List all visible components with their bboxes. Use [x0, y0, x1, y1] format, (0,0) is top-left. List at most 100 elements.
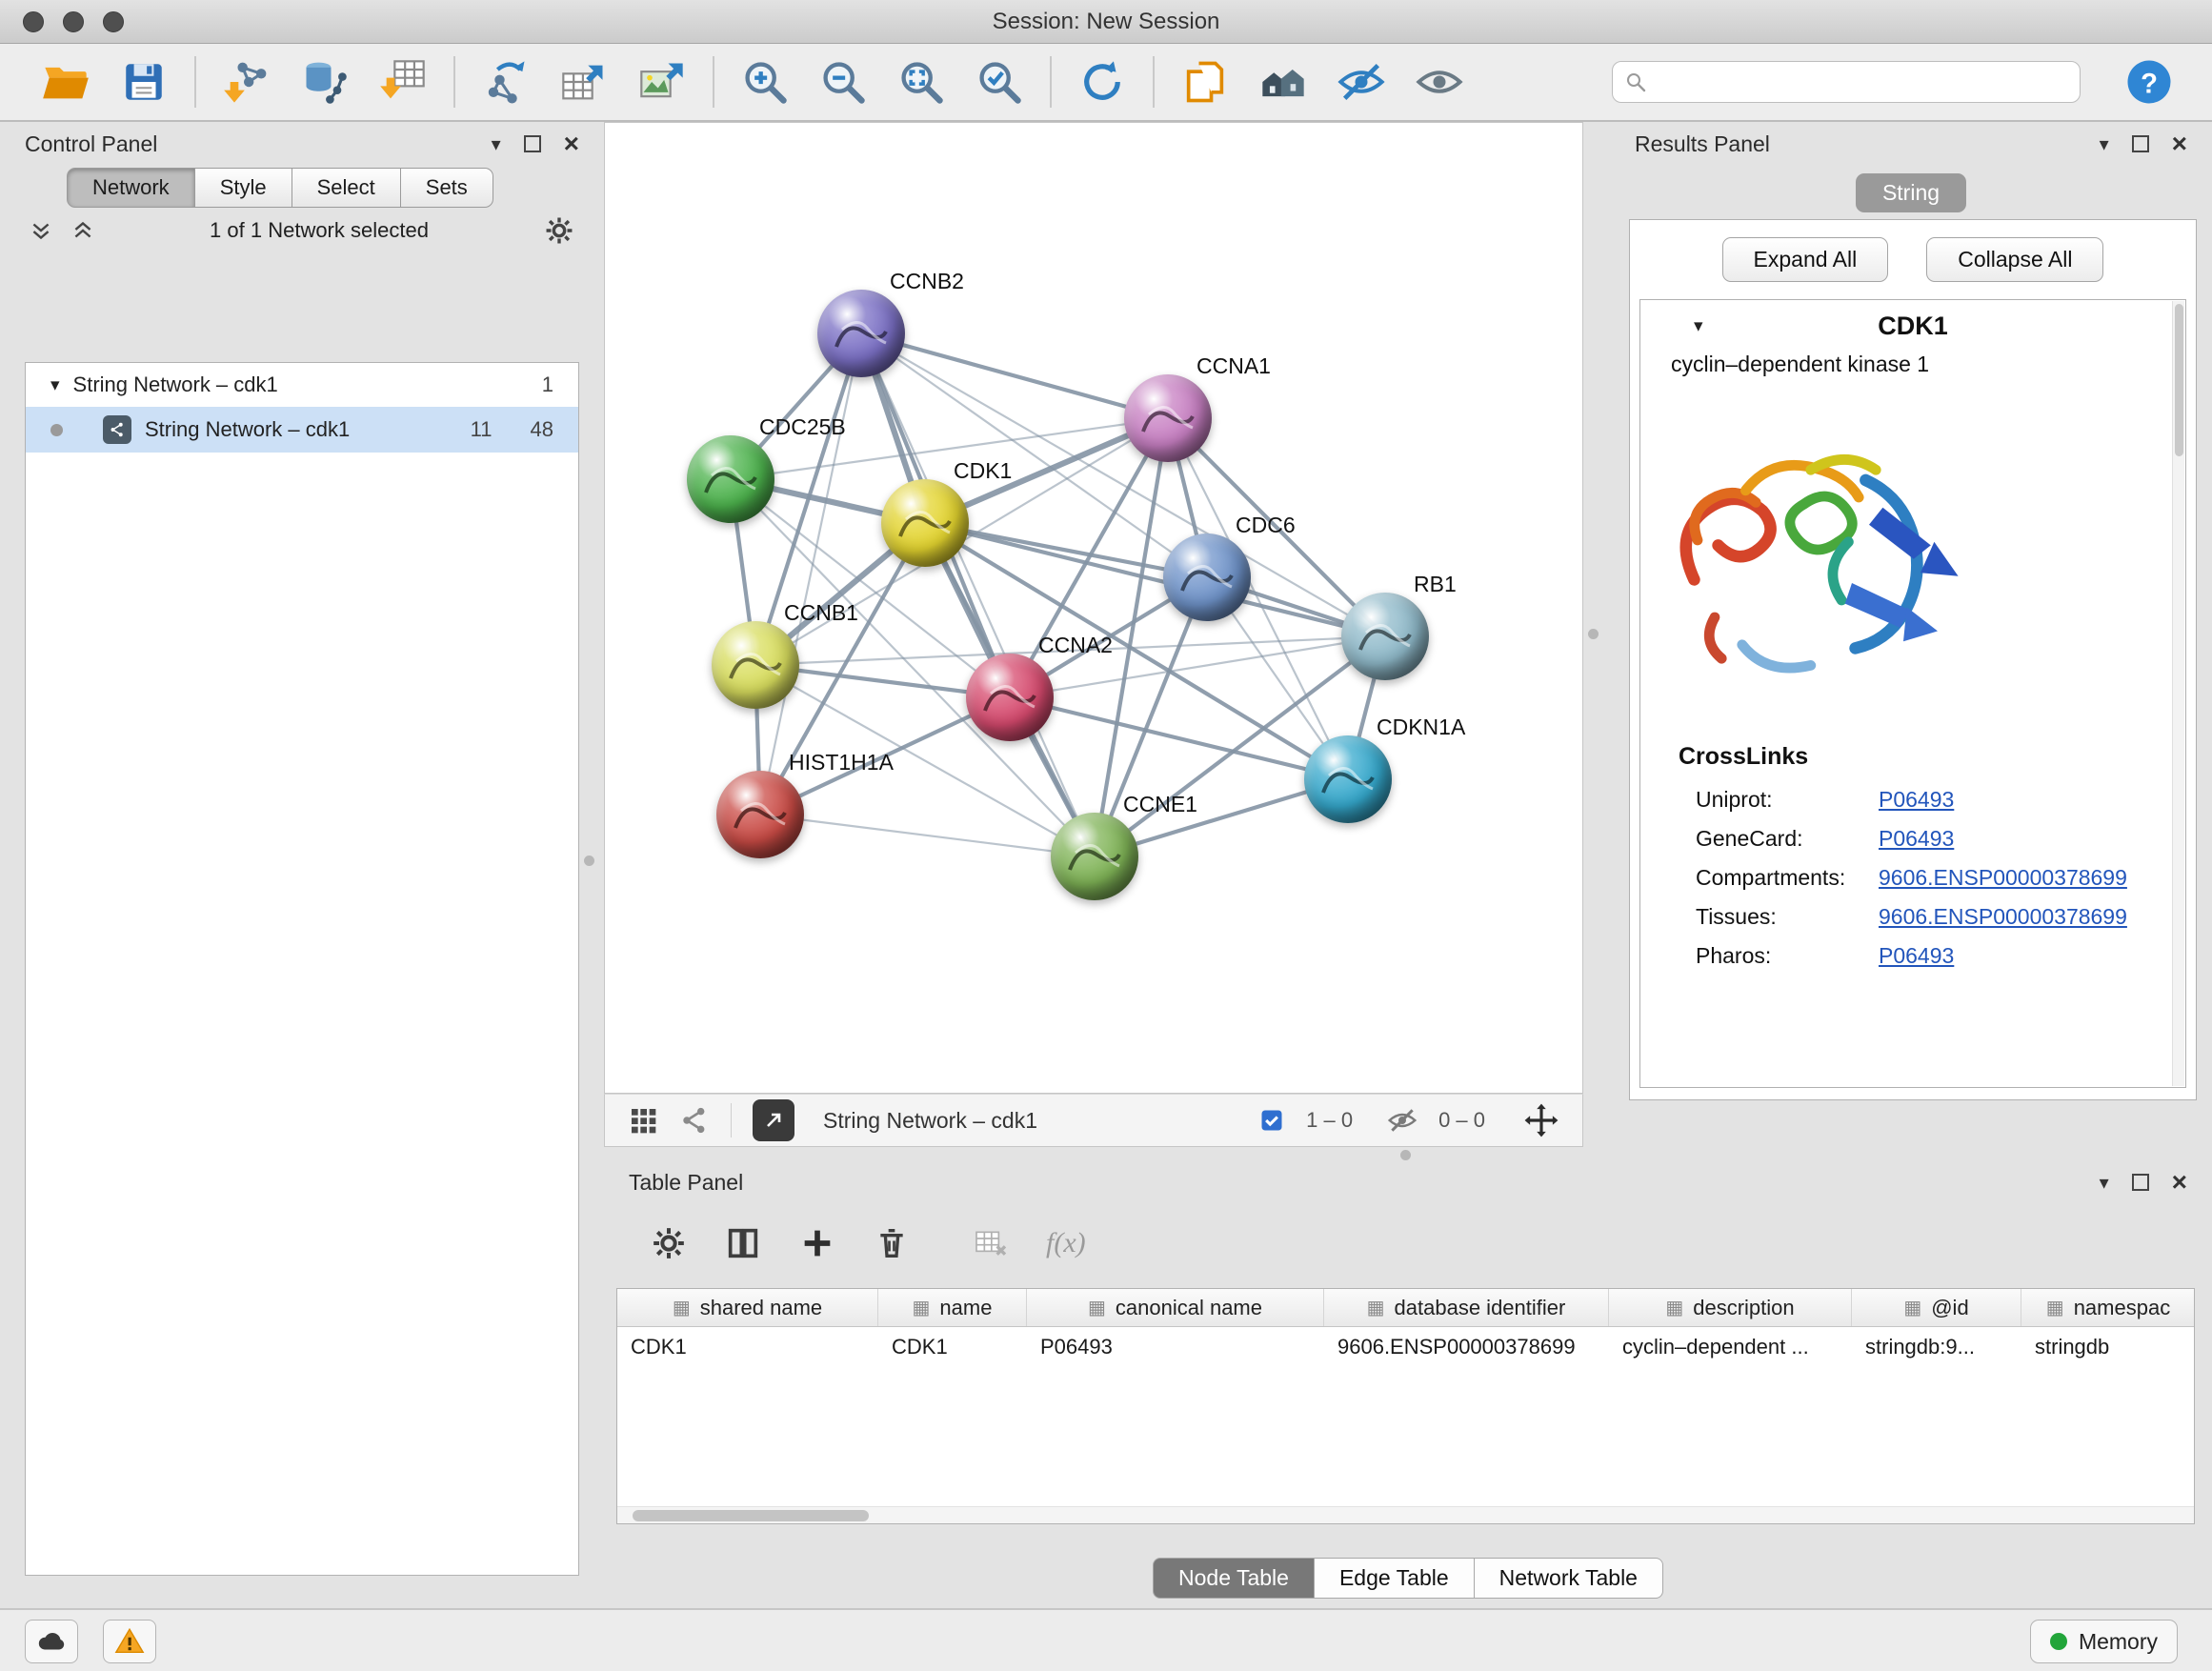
tab-string[interactable]: String — [1856, 173, 1966, 212]
horizontal-splitter-handle[interactable] — [1400, 1150, 1411, 1160]
grid-view-icon[interactable] — [628, 1105, 658, 1136]
pan-crosshair-icon[interactable] — [1523, 1102, 1559, 1138]
column-header--id[interactable]: ▦@id — [1852, 1289, 2021, 1326]
network-node-HIST1H1A[interactable] — [716, 771, 804, 858]
scrollbar-thumb[interactable] — [633, 1510, 869, 1521]
panel-float-icon[interactable] — [2132, 1174, 2149, 1191]
column-header-shared-name[interactable]: ▦shared name — [617, 1289, 878, 1326]
network-node-label-CCNE1: CCNE1 — [1123, 792, 1197, 817]
network-graph[interactable]: CCNB2CCNA1CDC25BCDK1CDC6RB1CCNB1CCNA2CDK… — [604, 122, 1583, 1094]
network-node-CDK1[interactable] — [881, 479, 969, 567]
search-input-wrapper[interactable] — [1612, 61, 2081, 103]
add-column-icon[interactable] — [798, 1224, 836, 1262]
show-all-button[interactable] — [1409, 51, 1470, 112]
export-image-button[interactable] — [632, 51, 693, 112]
tab-style[interactable]: Style — [195, 168, 292, 208]
column-header-description[interactable]: ▦description — [1609, 1289, 1852, 1326]
network-node-CCNB2[interactable] — [817, 290, 905, 377]
crosslink-value-link[interactable]: P06493 — [1879, 943, 1954, 969]
tab-network-table[interactable]: Network Table — [1475, 1558, 1663, 1599]
warnings-button[interactable] — [103, 1620, 156, 1663]
results-splitter-handle[interactable] — [1588, 629, 1599, 639]
table-settings-gear-icon[interactable] — [650, 1224, 688, 1262]
network-node-CCNA2[interactable] — [966, 654, 1054, 741]
column-header-namespac[interactable]: ▦namespac — [2021, 1289, 2195, 1326]
hidden-eye-slash-icon[interactable] — [1387, 1105, 1418, 1136]
expand-all-icon[interactable] — [70, 218, 95, 243]
import-network-database-button[interactable] — [294, 51, 355, 112]
zoom-out-button[interactable] — [813, 51, 874, 112]
network-node-CCNA1[interactable] — [1124, 374, 1212, 462]
zoom-selected-button[interactable] — [969, 51, 1030, 112]
collapse-all-button[interactable]: Collapse All — [1926, 237, 2103, 282]
panel-menu-icon[interactable]: ▾ — [2100, 132, 2109, 156]
results-scrollbar[interactable] — [2172, 301, 2184, 1086]
table-horizontal-scrollbar[interactable] — [617, 1506, 2194, 1523]
panel-close-icon[interactable]: × — [564, 135, 579, 152]
network-node-CCNB1[interactable] — [712, 621, 799, 709]
search-input[interactable] — [1657, 70, 2068, 94]
share-view-icon[interactable] — [679, 1105, 710, 1136]
column-header-name[interactable]: ▦name — [878, 1289, 1027, 1326]
birds-eye-view-button[interactable] — [1253, 51, 1314, 112]
tab-node-table[interactable]: Node Table — [1153, 1558, 1315, 1599]
hide-selected-button[interactable] — [1331, 51, 1392, 112]
hidden-count: 0 – 0 — [1438, 1108, 1485, 1133]
open-session-button[interactable] — [35, 51, 96, 112]
selected-checkbox-icon[interactable] — [1258, 1107, 1285, 1134]
network-node-CDKN1A[interactable] — [1304, 735, 1392, 823]
column-header-canonical-name[interactable]: ▦canonical name — [1027, 1289, 1324, 1326]
panel-float-icon[interactable] — [524, 135, 541, 152]
panel-menu-icon[interactable]: ▾ — [2100, 1171, 2109, 1195]
panel-close-icon[interactable]: × — [2172, 135, 2187, 152]
import-network-file-button[interactable] — [216, 51, 277, 112]
network-node-label-RB1: RB1 — [1414, 572, 1457, 597]
card-collapse-icon[interactable]: ▾ — [1694, 315, 1703, 337]
column-header-database-identifier[interactable]: ▦database identifier — [1324, 1289, 1609, 1326]
cloud-status-button[interactable] — [25, 1620, 78, 1663]
network-collection-row[interactable]: ▾ String Network – cdk1 1 — [26, 363, 578, 407]
crosslink-value-link[interactable]: 9606.ENSP00000378699 — [1879, 904, 2127, 930]
network-node-CCNE1[interactable] — [1051, 813, 1138, 900]
zoom-fit-button[interactable] — [891, 51, 952, 112]
panel-menu-icon[interactable]: ▾ — [492, 132, 501, 156]
tab-select[interactable]: Select — [292, 168, 401, 208]
memory-button[interactable]: Memory — [2030, 1620, 2178, 1663]
network-view-footer: String Network – cdk1 1 – 0 0 – 0 — [604, 1094, 1583, 1147]
panel-close-icon[interactable]: × — [2172, 1174, 2187, 1191]
show-columns-icon[interactable] — [724, 1224, 762, 1262]
clone-network-button[interactable] — [1175, 51, 1236, 112]
gear-icon[interactable] — [543, 214, 575, 247]
network-row-selected[interactable]: String Network – cdk1 11 48 — [26, 407, 578, 453]
tab-sets[interactable]: Sets — [401, 168, 493, 208]
crosslink-value-link[interactable]: 9606.ENSP00000378699 — [1879, 865, 2127, 891]
main-toolbar: ? — [0, 44, 2212, 122]
help-button[interactable]: ? — [2119, 51, 2180, 112]
table-row[interactable]: CDK1CDK1P064939606.ENSP00000378699cyclin… — [617, 1327, 2194, 1365]
zoom-in-button[interactable] — [734, 51, 795, 112]
network-node-RB1[interactable] — [1341, 593, 1429, 680]
expand-all-button[interactable]: Expand All — [1722, 237, 1889, 282]
crosslink-value-link[interactable]: P06493 — [1879, 787, 1954, 813]
export-network-button[interactable] — [475, 51, 536, 112]
network-node-CDC25B[interactable] — [687, 435, 774, 523]
crosslink-row: Pharos:P06493 — [1640, 936, 2185, 976]
network-status-dot — [50, 424, 63, 436]
crosslinks-list: Uniprot:P06493GeneCard:P06493Compartment… — [1640, 780, 2185, 976]
column-type-icon: ▦ — [1903, 1296, 1921, 1319]
panel-float-icon[interactable] — [2132, 135, 2149, 152]
tab-edge-table[interactable]: Edge Table — [1315, 1558, 1475, 1599]
vertical-splitter-handle[interactable] — [584, 856, 594, 866]
tree-expand-icon[interactable]: ▾ — [50, 374, 60, 396]
refresh-view-button[interactable] — [1072, 51, 1133, 112]
table-cell: stringdb:9... — [1852, 1327, 2021, 1365]
open-in-new-button[interactable] — [753, 1099, 794, 1141]
save-session-button[interactable] — [113, 51, 174, 112]
collapse-all-icon[interactable] — [29, 218, 53, 243]
export-table-button[interactable] — [553, 51, 614, 112]
delete-column-icon[interactable] — [873, 1224, 911, 1262]
tab-network[interactable]: Network — [67, 168, 195, 208]
import-table-file-button[interactable] — [372, 51, 433, 112]
network-node-CDC6[interactable] — [1163, 534, 1251, 621]
crosslink-value-link[interactable]: P06493 — [1879, 826, 1954, 852]
